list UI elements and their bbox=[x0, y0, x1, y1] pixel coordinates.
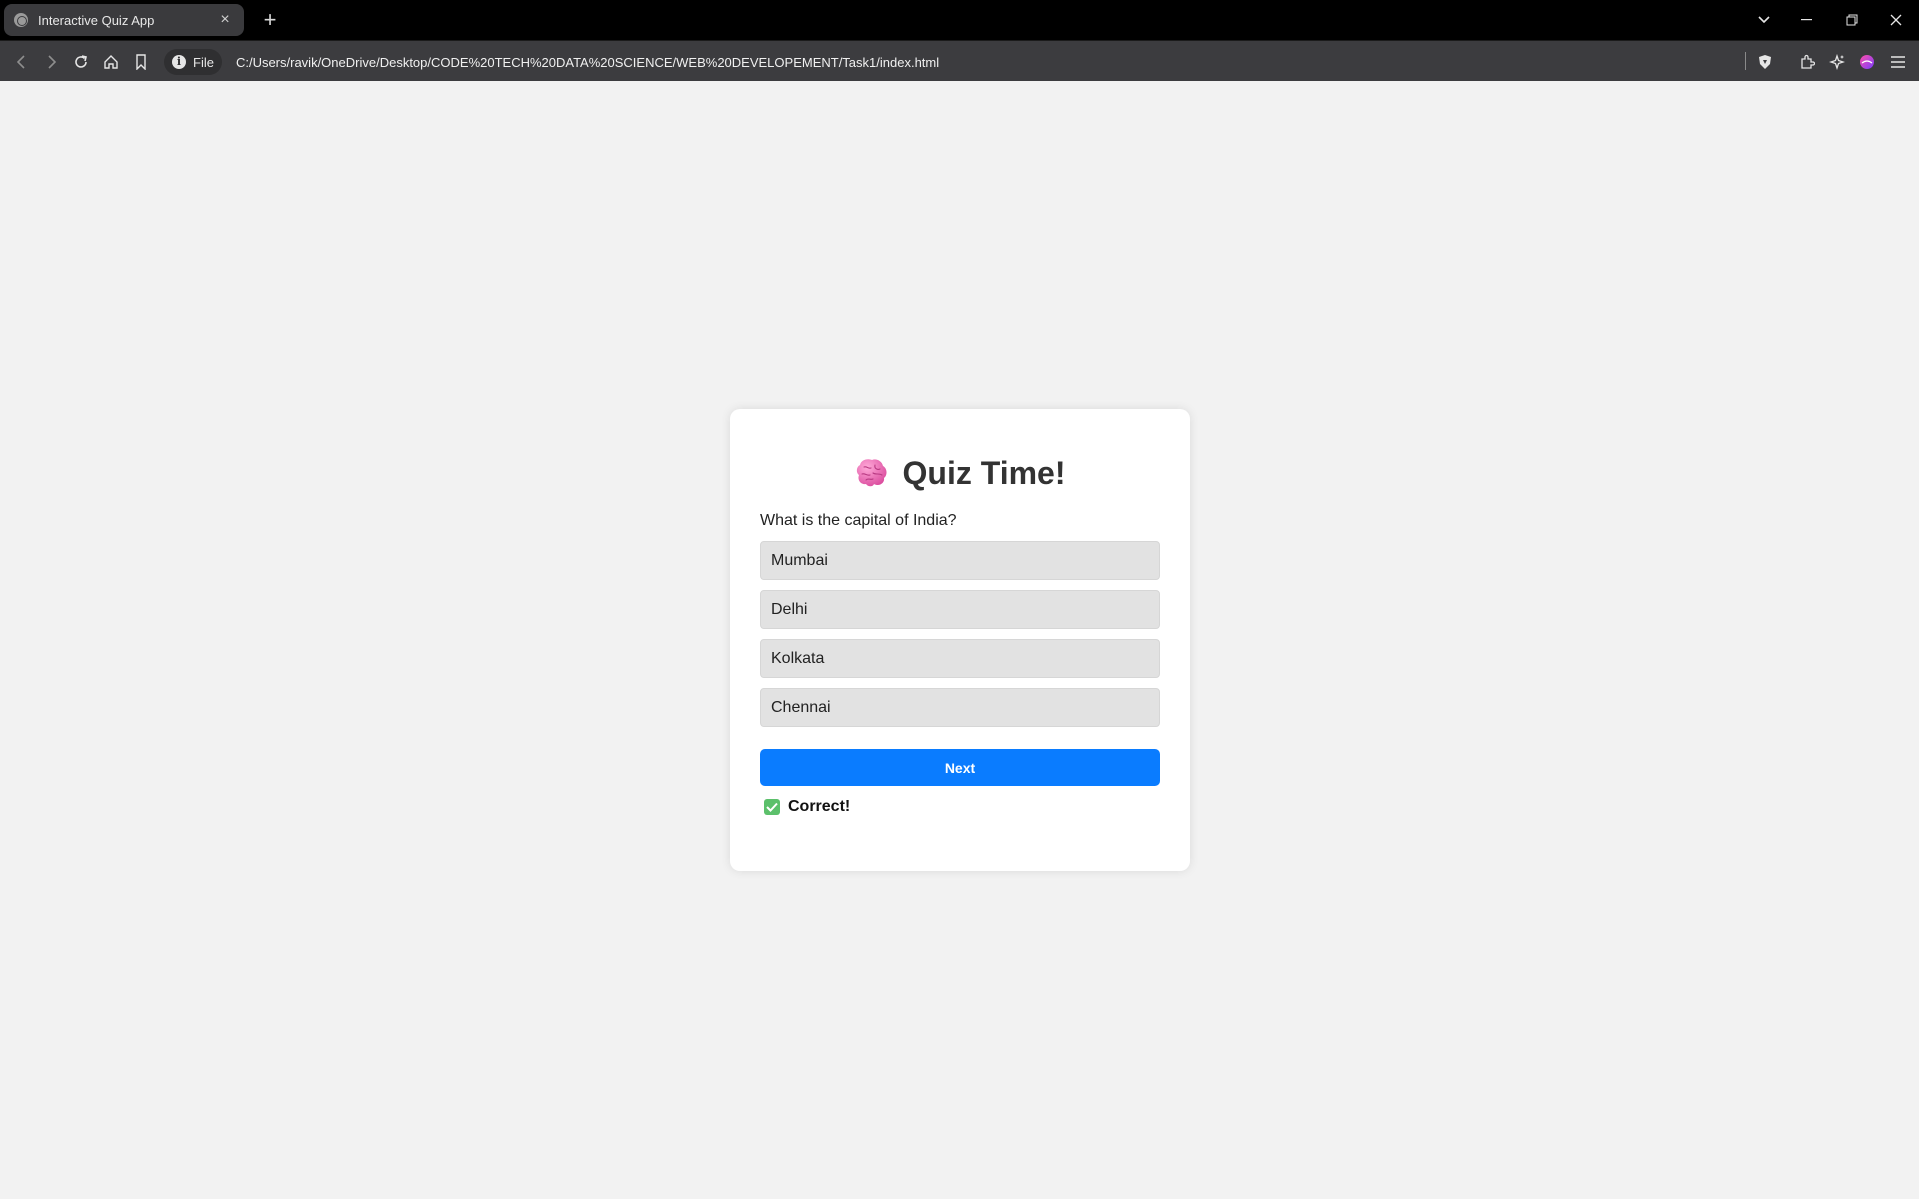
site-info-label: File bbox=[193, 54, 214, 70]
next-button[interactable]: Next bbox=[760, 749, 1160, 786]
restore-button[interactable] bbox=[1829, 0, 1875, 40]
browser-tab[interactable]: Interactive Quiz App × bbox=[4, 4, 244, 36]
question-text: What is the capital of India? bbox=[760, 512, 957, 529]
tab-close-button[interactable]: × bbox=[216, 11, 234, 29]
quiz-card: Quiz Time! What is the capital of India?… bbox=[730, 409, 1190, 871]
extensions-icon[interactable] bbox=[1794, 49, 1820, 75]
close-window-button[interactable] bbox=[1873, 0, 1919, 40]
page-viewport: Quiz Time! What is the capital of India?… bbox=[0, 82, 1919, 1199]
brave-shield-icon[interactable] bbox=[1752, 49, 1778, 75]
tab-search-chevron-icon[interactable] bbox=[1741, 0, 1787, 40]
home-icon[interactable] bbox=[98, 49, 124, 75]
feedback-text: Correct! bbox=[788, 798, 851, 815]
reload-icon[interactable] bbox=[68, 49, 94, 75]
minimize-button[interactable] bbox=[1783, 0, 1829, 40]
tab-title: Interactive Quiz App bbox=[38, 12, 155, 28]
feedback-message: Correct! bbox=[760, 798, 1160, 816]
new-tab-button[interactable]: + bbox=[256, 6, 284, 34]
quiz-title: Quiz Time! bbox=[760, 453, 1160, 493]
check-mark-icon bbox=[764, 799, 780, 815]
toolbar-divider bbox=[1745, 52, 1746, 70]
back-icon[interactable] bbox=[9, 49, 35, 75]
forward-icon[interactable] bbox=[38, 49, 64, 75]
brain-icon bbox=[856, 459, 887, 487]
profile-avatar-icon[interactable] bbox=[1854, 49, 1880, 75]
answer-options: Mumbai Delhi Kolkata Chennai bbox=[760, 541, 1160, 727]
option-mumbai[interactable]: Mumbai bbox=[760, 541, 1160, 580]
option-delhi[interactable]: Delhi bbox=[760, 590, 1160, 629]
leo-ai-icon[interactable] bbox=[1824, 49, 1850, 75]
bookmark-icon[interactable] bbox=[128, 49, 154, 75]
browser-tab-strip: Interactive Quiz App × + bbox=[0, 0, 1919, 40]
quiz-title-text: Quiz Time! bbox=[902, 454, 1066, 491]
url-text[interactable]: C:/Users/ravik/OneDrive/Desktop/CODE%20T… bbox=[236, 55, 939, 70]
option-kolkata[interactable]: Kolkata bbox=[760, 639, 1160, 678]
site-info-button[interactable]: i File bbox=[164, 49, 222, 75]
info-icon: i bbox=[172, 55, 186, 69]
option-chennai[interactable]: Chennai bbox=[760, 688, 1160, 727]
globe-icon bbox=[14, 13, 28, 27]
menu-icon[interactable] bbox=[1885, 49, 1911, 75]
address-bar[interactable]: i File C:/Users/ravik/OneDrive/Desktop/C… bbox=[164, 47, 1776, 77]
browser-toolbar: i File C:/Users/ravik/OneDrive/Desktop/C… bbox=[0, 40, 1919, 81]
